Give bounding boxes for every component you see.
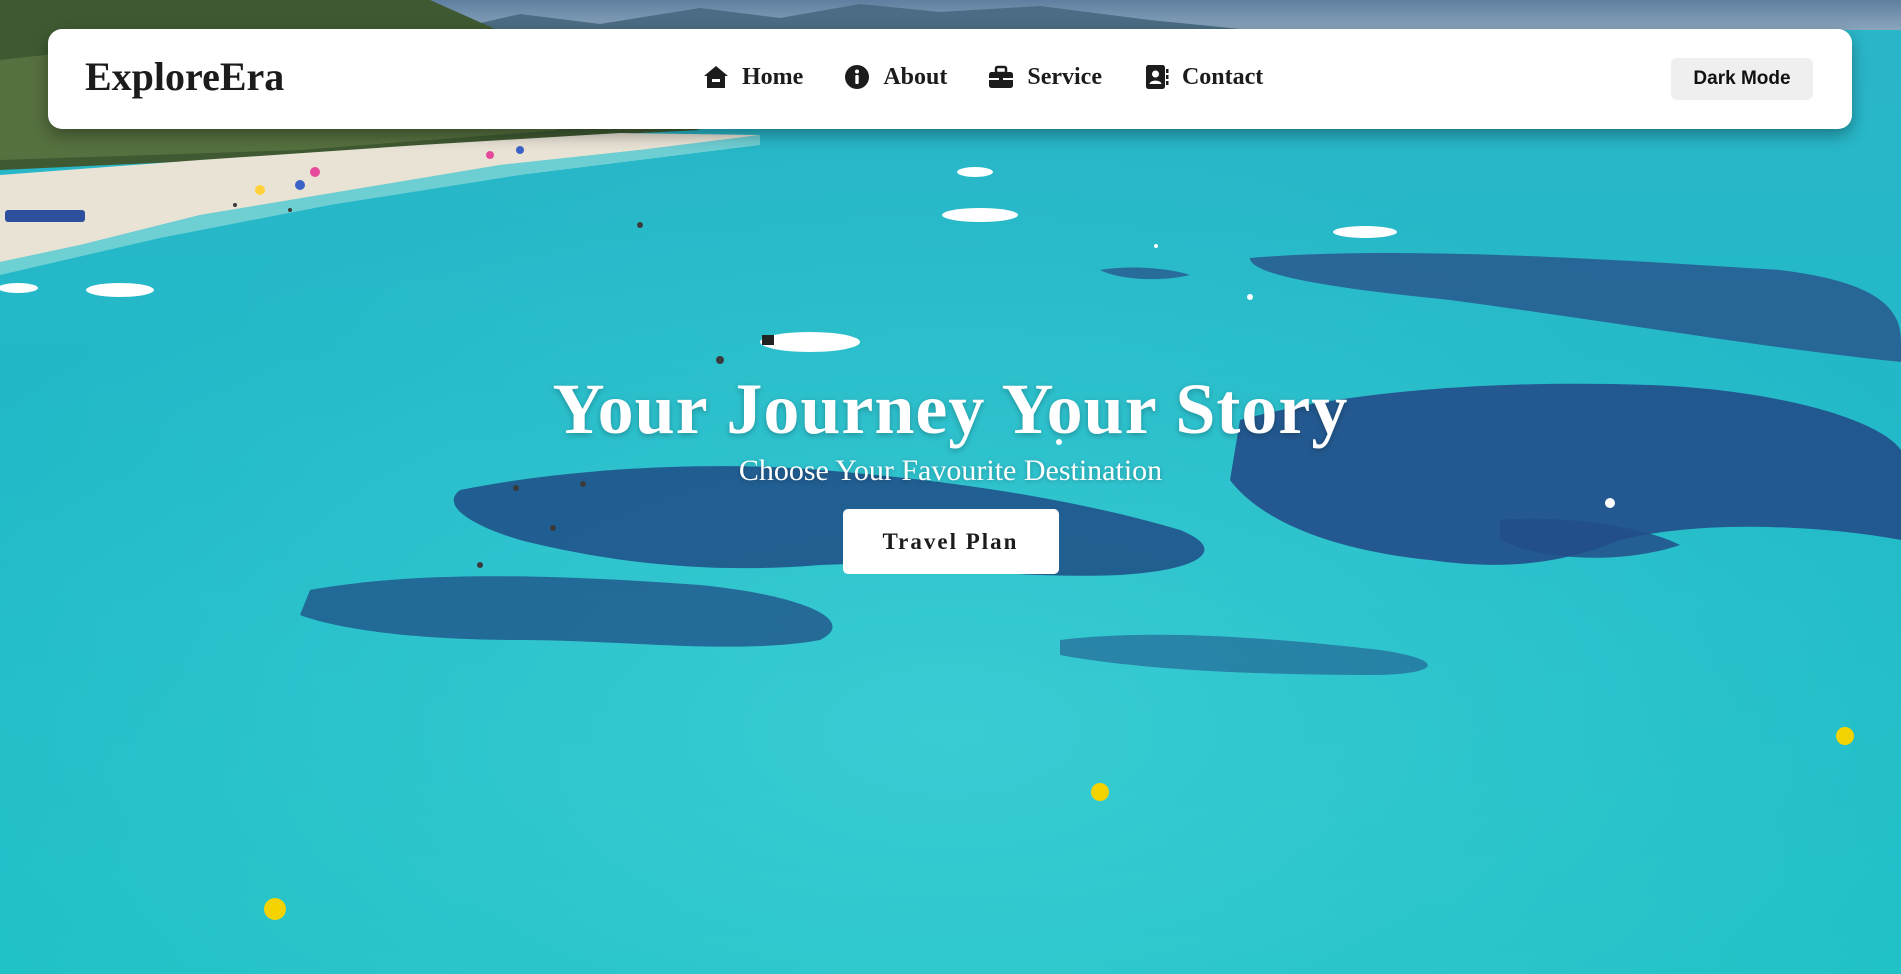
travel-plan-button[interactable]: Travel Plan bbox=[842, 509, 1059, 575]
nav-links: Home About Service Contact bbox=[702, 63, 1263, 91]
nav-item-label: Service bbox=[1027, 64, 1102, 90]
nav-item-label: Home bbox=[742, 64, 804, 90]
navbar: ExploreEra Home About Service Contact Da… bbox=[48, 29, 1852, 129]
contact-book-icon bbox=[1142, 63, 1170, 91]
site-logo[interactable]: ExploreEra bbox=[85, 55, 284, 99]
nav-item-label: About bbox=[883, 64, 948, 90]
nav-item-contact[interactable]: Contact bbox=[1142, 63, 1263, 91]
home-icon bbox=[702, 63, 730, 91]
hero-section: ExploreEra Home About Service Contact Da… bbox=[0, 0, 1901, 974]
dark-mode-button[interactable]: Dark Mode bbox=[1671, 58, 1813, 100]
info-icon bbox=[843, 63, 871, 91]
nav-item-about[interactable]: About bbox=[843, 63, 947, 91]
hero-content: Your Journey Your Story Choose Your Favo… bbox=[0, 369, 1901, 575]
hero-subtitle: Choose Your Favourite Destination bbox=[738, 454, 1163, 488]
hero-title: Your Journey Your Story bbox=[552, 369, 1349, 449]
nav-item-service[interactable]: Service bbox=[987, 63, 1102, 91]
nav-item-label: Contact bbox=[1181, 64, 1264, 90]
nav-item-home[interactable]: Home bbox=[702, 63, 803, 91]
briefcase-icon bbox=[987, 63, 1015, 91]
